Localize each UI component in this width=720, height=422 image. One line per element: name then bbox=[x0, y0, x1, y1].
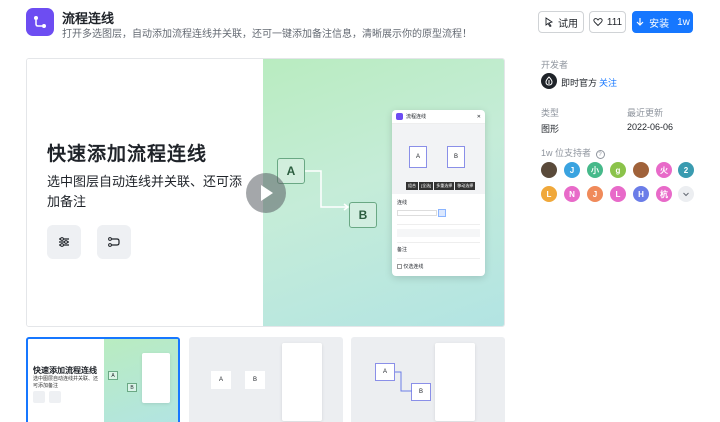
cursor-icon bbox=[545, 17, 554, 27]
demo-node-b: B bbox=[349, 202, 377, 228]
developer-name[interactable]: 即时官方 bbox=[561, 76, 597, 89]
thumb-node-b: B bbox=[245, 371, 265, 389]
panel-close-icon: ✕ bbox=[476, 113, 481, 120]
thumb-panel bbox=[142, 353, 170, 403]
follow-link[interactable]: 关注 bbox=[599, 76, 617, 89]
panel-section-note: 备注 bbox=[397, 247, 408, 253]
thumb-connector-line bbox=[395, 371, 412, 392]
updated-value: 2022-06-06 bbox=[627, 122, 674, 132]
panel-divider bbox=[397, 242, 480, 243]
chevron-down-icon bbox=[683, 192, 689, 197]
panel-toolbar: 组合 [全选] 多重选择 移动选择 bbox=[406, 182, 476, 190]
supporter-avatar[interactable]: 杭 bbox=[656, 186, 672, 202]
install-count: 1w bbox=[677, 16, 690, 28]
thumb-node-a: A bbox=[375, 363, 395, 381]
checkbox-icon bbox=[397, 264, 402, 270]
thumb-node-b: B bbox=[411, 383, 431, 401]
play-button[interactable] bbox=[246, 173, 286, 213]
panel-divider bbox=[397, 258, 480, 259]
thumb-sliders-icon bbox=[33, 391, 45, 403]
supporters-label: 1w 位支持者 ? bbox=[541, 146, 605, 159]
supporter-avatar[interactable]: 小 bbox=[587, 162, 603, 178]
supporter-avatar[interactable]: J bbox=[564, 162, 580, 178]
thumb-title: 快速添加流程连线 bbox=[33, 366, 97, 375]
preview-text-area: 快速添加流程连线 选中图层自动连线并关联、还可添加备注 bbox=[27, 59, 263, 326]
heart-icon bbox=[593, 18, 603, 27]
thumb-panel bbox=[282, 343, 322, 421]
try-button[interactable]: 试用 bbox=[538, 11, 584, 33]
panel-canvas: A B 组合 [全选] 多重选择 移动选择 bbox=[392, 124, 485, 194]
try-label: 试用 bbox=[558, 18, 578, 30]
install-button[interactable]: 安装 1w bbox=[632, 11, 693, 33]
thumb-node-a: A bbox=[108, 371, 118, 380]
panel-bottom-option-label: 仅选连线 bbox=[403, 264, 424, 270]
sliders-icon bbox=[47, 225, 81, 259]
updated-label: 最近更新 bbox=[627, 108, 664, 118]
main-preview[interactable]: 快速添加流程连线 选中图层自动连线并关联、还可添加备注 A B 流程连线 ✕ A… bbox=[26, 58, 505, 327]
developer-label: 开发者 bbox=[541, 60, 569, 70]
supporter-avatar[interactable]: H bbox=[633, 186, 649, 202]
supporter-avatar[interactable] bbox=[633, 162, 649, 178]
play-icon bbox=[261, 185, 273, 201]
panel-toolbar-item: 多重选择 bbox=[434, 182, 455, 190]
thumb-subtitle: 选中图层自动连线并关联、还可添加备注 bbox=[33, 376, 99, 389]
panel-bottom-option: 仅选连线 bbox=[397, 263, 423, 270]
more-supporters-button[interactable] bbox=[678, 186, 694, 202]
panel-node-a: A bbox=[409, 146, 427, 168]
panel-style-row bbox=[397, 229, 480, 237]
thumbnail-3[interactable]: A B bbox=[351, 337, 505, 422]
thumb-connector-icon bbox=[49, 391, 61, 403]
supporter-avatar[interactable] bbox=[541, 162, 557, 178]
category-label: 类型 bbox=[541, 108, 560, 118]
panel-toolbar-item: [全选] bbox=[419, 182, 434, 190]
panel-toolbar-item: 移动选择 bbox=[455, 182, 476, 190]
supporter-avatar[interactable]: L bbox=[610, 186, 626, 202]
developer-avatar[interactable] bbox=[541, 73, 557, 89]
app-logo bbox=[26, 8, 54, 36]
panel-section-line: 连线 bbox=[397, 200, 408, 206]
developer-logo-icon bbox=[545, 76, 553, 86]
panel-input bbox=[397, 210, 437, 216]
connector-icon bbox=[97, 225, 131, 259]
supporter-avatar[interactable]: 火 bbox=[656, 162, 672, 178]
panel-node-b: B bbox=[447, 146, 465, 168]
supporter-avatar[interactable]: J bbox=[587, 186, 603, 202]
download-arrow-icon bbox=[636, 18, 644, 26]
thumb-node-a: A bbox=[211, 371, 231, 389]
app-description: 打开多选图层，自动添加流程连线并关联，还可一键添加备注信息，清晰展示你的原型流程… bbox=[62, 29, 472, 40]
panel-toolbar-item: 组合 bbox=[406, 182, 418, 190]
supporter-avatar[interactable]: 2 bbox=[678, 162, 694, 178]
hero-title: 快速添加流程连线 bbox=[47, 144, 208, 165]
thumb-node-b: B bbox=[127, 383, 137, 392]
supporter-avatar[interactable]: g bbox=[610, 162, 626, 178]
panel-toggle bbox=[438, 209, 446, 217]
thumbnail-2[interactable]: A B bbox=[189, 337, 343, 422]
hero-subtitle: 选中图层自动连线并关联、还可添加备注 bbox=[47, 174, 243, 209]
supporter-avatar[interactable]: N bbox=[564, 186, 580, 202]
supporters-label-text: 1w 位支持者 bbox=[541, 148, 592, 158]
help-icon[interactable]: ? bbox=[595, 150, 605, 159]
like-button[interactable]: 111 bbox=[589, 11, 626, 33]
panel-divider bbox=[397, 224, 480, 225]
connector-line bbox=[305, 170, 350, 211]
install-label: 安装 bbox=[649, 18, 670, 30]
plugin-panel-mock: 流程连线 ✕ A B 组合 [全选] 多重选择 移动选择 连线 备注 仅选连线 bbox=[392, 110, 485, 276]
like-count: 111 bbox=[606, 16, 623, 28]
category-value: 图形 bbox=[541, 124, 560, 134]
thumbnail-1[interactable]: 快速添加流程连线 选中图层自动连线并关联、还可添加备注 A B bbox=[26, 337, 180, 422]
panel-title: 流程连线 bbox=[406, 114, 427, 120]
panel-logo-icon bbox=[396, 113, 403, 120]
flow-line-icon bbox=[34, 16, 46, 28]
supporter-avatar[interactable]: L bbox=[541, 186, 557, 202]
thumb-panel bbox=[435, 343, 475, 421]
